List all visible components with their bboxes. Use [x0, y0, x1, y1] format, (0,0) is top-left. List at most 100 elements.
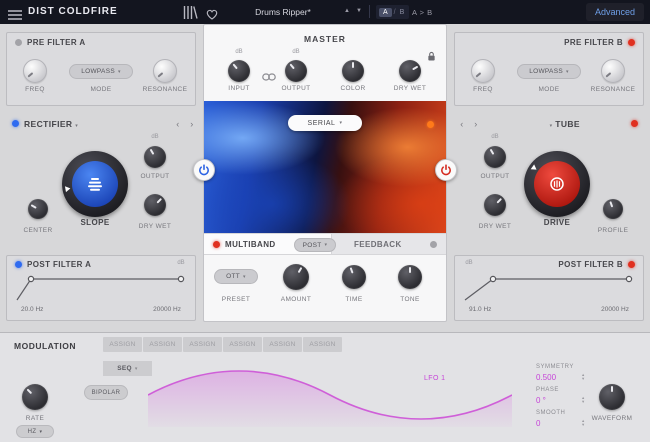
master-color-knob[interactable]	[342, 60, 364, 82]
master-output-db-label: dB	[292, 49, 300, 55]
bipolar-label: BIPOLAR	[91, 389, 121, 396]
preset-next-icon[interactable]: ▼	[356, 8, 362, 14]
multiband-position-dropdown[interactable]: POST ▾	[294, 238, 336, 252]
pre-filter-a-mode-label: MODE	[90, 86, 112, 93]
library-icon[interactable]	[183, 6, 198, 19]
tube-dry-wet-knob[interactable]	[484, 194, 506, 216]
multiband-position-value: POST	[302, 241, 322, 249]
chevron-down-icon: ▾	[324, 242, 328, 248]
pre-filter-b-freq-label: FREQ	[473, 86, 493, 93]
post-filter-b-panel: dB POST FILTER B 91.0 Hz 20000 Hz	[454, 255, 644, 321]
master-dry-wet-knob[interactable]	[399, 60, 421, 82]
post-filter-b-freq-low[interactable]: 91.0 Hz	[469, 306, 491, 313]
phase-value[interactable]: 0 °	[536, 396, 546, 405]
main-area: PRE FILTER A FREQ LOWPASS ▾ MODE RESONAN…	[0, 24, 650, 332]
multiband-title: MULTIBAND	[225, 240, 276, 249]
pre-filter-b-mode-value: LOWPASS	[529, 68, 563, 75]
multiband-amount-label: AMOUNT	[280, 296, 312, 303]
tab-lfo-2-assign[interactable]: ASSIGN	[143, 337, 182, 352]
multiband-time-knob[interactable]	[342, 265, 366, 289]
lfo-waveform-knob[interactable]	[599, 384, 625, 410]
rectifier-slope-knob[interactable]	[62, 151, 128, 217]
rectifier-next-icon[interactable]: ›	[186, 119, 198, 129]
lfo-rate-knob[interactable]	[22, 384, 48, 410]
tube-dry-wet-label: DRY WET	[478, 223, 512, 230]
phase-stepper[interactable]: ▴ ▾	[582, 395, 584, 404]
multiband-amount-knob[interactable]	[283, 264, 309, 290]
preset-prev-icon[interactable]: ▲	[344, 8, 350, 14]
lfo-rate-unit-dropdown[interactable]: HZ ▾	[16, 425, 54, 438]
master-output-label: OUTPUT	[281, 85, 311, 92]
master-input-knob[interactable]	[228, 60, 250, 82]
tab-seq-assign[interactable]: ASSIGN	[303, 337, 342, 352]
post-filter-a-freq-high[interactable]: 20000 Hz	[153, 306, 181, 313]
pre-filter-a-mode-dropdown[interactable]: LOWPASS ▾	[69, 64, 133, 79]
symmetry-stepper[interactable]: ▴ ▾	[582, 372, 584, 381]
rectifier-type-dropdown[interactable]: RECTIFIER ▾	[24, 119, 78, 129]
rectifier-output-knob[interactable]	[144, 146, 166, 168]
rectifier-dry-wet-knob[interactable]	[144, 194, 166, 216]
rectifier-center-knob[interactable]	[28, 199, 48, 219]
mix-slider-handle[interactable]	[427, 121, 434, 128]
post-filter-a-curve[interactable]	[15, 272, 189, 307]
tube-prev-icon[interactable]: ‹	[456, 119, 468, 129]
link-icon[interactable]	[262, 68, 276, 86]
post-filter-a-led[interactable]	[15, 261, 22, 268]
smooth-value[interactable]: 0	[536, 419, 540, 428]
symmetry-value[interactable]: 0.500	[536, 373, 556, 382]
pre-filter-a-panel: PRE FILTER A FREQ LOWPASS ▾ MODE RESONAN…	[6, 32, 196, 106]
rectifier-title: RECTIFIER	[24, 119, 73, 129]
routing-mode-dropdown[interactable]: SERIAL ▾	[288, 115, 362, 131]
pre-filter-b-freq-knob[interactable]	[471, 59, 495, 83]
ab-toggle[interactable]: A / B	[376, 5, 410, 19]
pre-filter-b-mode-label: MODE	[538, 86, 560, 93]
advanced-button[interactable]: Advanced	[585, 3, 644, 21]
pre-filter-a-led[interactable]	[15, 39, 22, 46]
ab-toggle-a[interactable]: A	[379, 7, 392, 17]
ab-toggle-b[interactable]: B	[398, 8, 407, 17]
multiband-tone-knob[interactable]	[398, 265, 422, 289]
pre-filter-b-mode-dropdown[interactable]: LOWPASS ▾	[517, 64, 581, 79]
rectifier-output-label: OUTPUT	[140, 173, 170, 180]
tube-profile-knob[interactable]	[603, 199, 623, 219]
tube-drive-knob[interactable]	[524, 151, 590, 217]
rectifier-prev-icon[interactable]: ‹	[172, 119, 184, 129]
tab-env-assign[interactable]: ASSIGN	[263, 337, 302, 352]
tube-next-icon[interactable]: ›	[470, 119, 482, 129]
ab-copy-button[interactable]: A > B	[412, 8, 433, 17]
tube-output-knob[interactable]	[484, 146, 506, 168]
tab-funct-1-assign[interactable]: ASSIGN	[183, 337, 222, 352]
tube-led[interactable]	[631, 120, 638, 127]
rectifier-led[interactable]	[12, 120, 19, 127]
pre-filter-a-freq-knob[interactable]	[23, 59, 47, 83]
tube-output-label: OUTPUT	[480, 173, 510, 180]
tube-title: TUBE	[555, 119, 580, 129]
lfo-rate-unit-value: HZ	[27, 428, 37, 435]
feedback-led[interactable]	[430, 241, 437, 248]
engine-a-power-button[interactable]	[193, 159, 215, 181]
tab-funct-2-assign[interactable]: ASSIGN	[223, 337, 262, 352]
favorite-heart-icon[interactable]	[206, 7, 221, 20]
topbar-divider	[369, 5, 370, 18]
rectifier-output-db-label: dB	[151, 134, 159, 140]
post-filter-b-freq-high[interactable]: 20000 Hz	[601, 306, 629, 313]
pre-filter-b-led[interactable]	[628, 39, 635, 46]
multiband-preset-dropdown[interactable]: OTT ▾	[214, 269, 258, 284]
lock-icon[interactable]	[427, 49, 436, 67]
post-filter-a-freq-low[interactable]: 20.0 Hz	[21, 306, 43, 313]
post-filter-b-led[interactable]	[628, 261, 635, 268]
post-filter-b-curve[interactable]	[463, 272, 637, 307]
tube-type-dropdown[interactable]: ▾ TUBE	[550, 119, 580, 129]
multiband-led[interactable]	[213, 241, 220, 248]
menu-icon[interactable]	[8, 7, 22, 20]
preset-name[interactable]: Drums Ripper*	[226, 7, 340, 17]
tab-seq[interactable]: SEQ ▾	[103, 361, 152, 376]
tube-icon	[534, 161, 580, 207]
bipolar-button[interactable]: BIPOLAR	[84, 385, 128, 400]
tab-lfo-1-assign[interactable]: ASSIGN	[103, 337, 142, 352]
engine-b-power-button[interactable]	[435, 159, 457, 181]
master-output-knob[interactable]	[285, 60, 307, 82]
pre-filter-a-resonance-knob[interactable]	[153, 59, 177, 83]
pre-filter-b-resonance-knob[interactable]	[601, 59, 625, 83]
lfo-waveform-display	[147, 363, 513, 427]
